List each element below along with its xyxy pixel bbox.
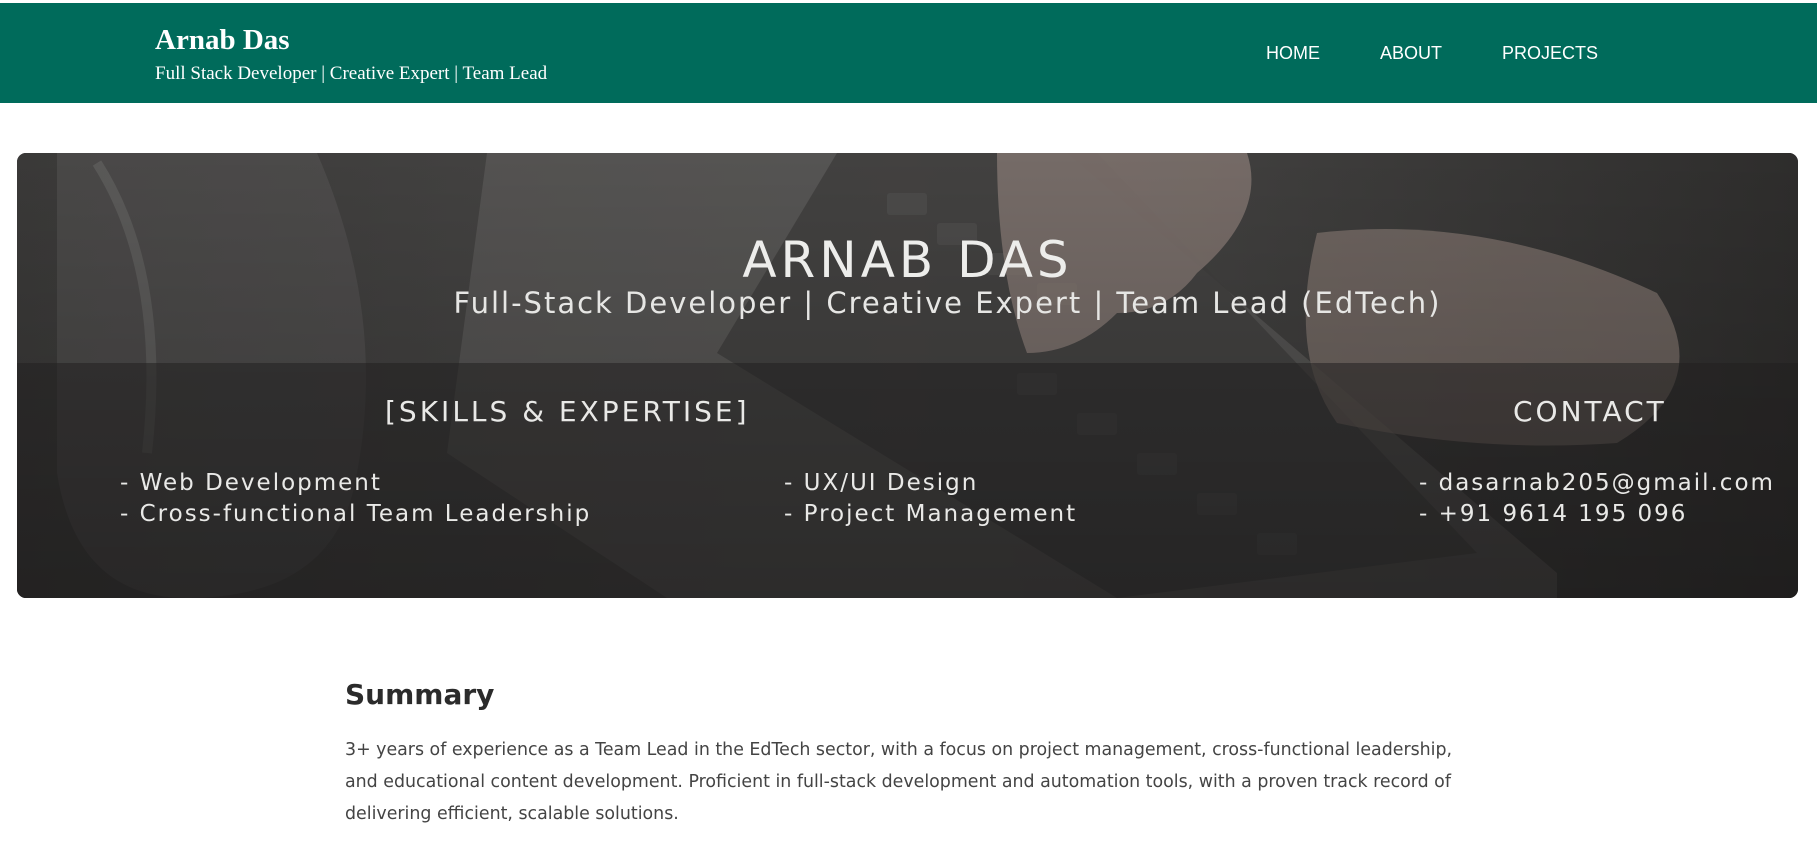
hero-background-image bbox=[17, 153, 1798, 598]
skill-item: - UX/UI Design bbox=[784, 470, 979, 496]
site-tagline: Full Stack Developer | Creative Expert |… bbox=[155, 63, 548, 84]
hero-role: Full-Stack Developer | Creative Expert |… bbox=[453, 286, 1442, 320]
skills-list-left: - Web Development - Cross-functional Tea… bbox=[120, 468, 591, 530]
nav-about-link[interactable]: ABOUT bbox=[1380, 41, 1442, 65]
summary-heading: Summary bbox=[345, 678, 495, 711]
summary-text: 3+ years of experience as a Team Lead in… bbox=[345, 740, 1453, 824]
skills-heading: [SKILLS & EXPERTISE] bbox=[385, 395, 750, 428]
contact-heading: CONTACT bbox=[1513, 395, 1667, 428]
hero-name: ARNAB DAS bbox=[742, 231, 1073, 289]
site-header: Arnab Das Full Stack Developer | Creativ… bbox=[0, 3, 1817, 103]
site-title[interactable]: Arnab Das bbox=[155, 23, 290, 57]
main-nav: HOME ABOUT PROJECTS bbox=[1266, 41, 1598, 65]
skill-item: - Project Management bbox=[784, 501, 1078, 527]
skill-item: - Web Development bbox=[120, 470, 382, 496]
hero-banner: ARNAB DAS Full-Stack Developer | Creativ… bbox=[17, 153, 1798, 598]
contact-list: - dasarnab205@gmail.com - +91 9614 195 0… bbox=[1419, 468, 1775, 530]
nav-projects-link[interactable]: PROJECTS bbox=[1502, 41, 1598, 65]
skills-list-right: - UX/UI Design - Project Management bbox=[784, 468, 1077, 530]
nav-home-link[interactable]: HOME bbox=[1266, 41, 1320, 65]
contact-phone: - +91 9614 195 096 bbox=[1419, 501, 1688, 527]
contact-email: - dasarnab205@gmail.com bbox=[1419, 470, 1775, 496]
skill-item: - Cross-functional Team Leadership bbox=[120, 501, 592, 527]
